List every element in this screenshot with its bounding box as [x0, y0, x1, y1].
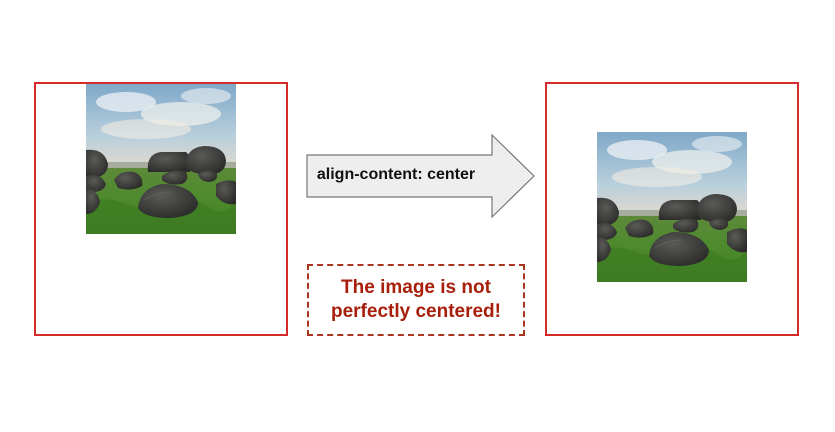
- warning-text: The image is not perfectly centered!: [330, 277, 501, 322]
- warning-note: The image is not perfectly centered!: [307, 264, 525, 336]
- arrow-label: align-content: center: [316, 166, 476, 183]
- landscape-rocks-image-before: [86, 84, 236, 234]
- landscape-rocks-image-after: [597, 132, 747, 282]
